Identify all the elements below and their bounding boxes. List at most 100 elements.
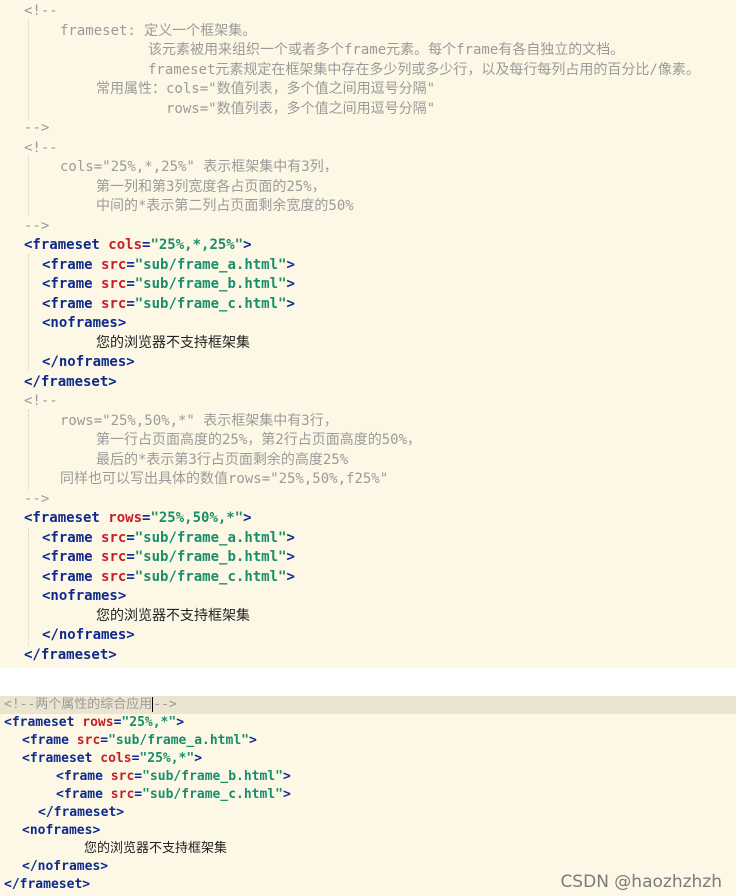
code-token: src xyxy=(76,733,101,748)
code-line: 第一列和第3列宽度各占页面的25%， xyxy=(96,178,326,198)
code-line: </noframes> xyxy=(42,626,135,646)
code-token: "sub/frame_b.html" xyxy=(134,549,287,565)
code-line: frameset元素规定在框架集中存在多少列或多少行，以及每行每列占用的百分比/… xyxy=(148,61,700,81)
code-token: --> xyxy=(24,490,50,507)
code-token: rows="25%,50%,*" 表示框架集中有3行， xyxy=(60,412,338,429)
code-token: --> xyxy=(24,120,50,136)
code-line: <frame src="sub/frame_b.html"> xyxy=(42,548,295,568)
code-token: > xyxy=(243,237,252,253)
code-line: --> xyxy=(24,490,49,510)
code-line: cols="25%,*,25%" 表示框架集中有3列， xyxy=(60,158,338,178)
code-token: src xyxy=(101,256,127,273)
code-line: <!-- xyxy=(24,392,58,412)
code-token: "25%,*" xyxy=(121,715,177,730)
code-token: "sub/frame_c.html" xyxy=(134,295,287,312)
code-token: <frame xyxy=(56,769,111,784)
code-line: </frameset> xyxy=(38,804,124,822)
code-token: <noframes> xyxy=(22,823,101,838)
code-line: <frame src="sub/frame_a.html"> xyxy=(22,732,257,750)
code-line: frameset: 定义一个框架集。 xyxy=(60,22,256,42)
code-line: rows="数值列表，多个值之间用逗号分隔" xyxy=(166,100,435,120)
code-token: <frame xyxy=(22,733,77,748)
code-token: src xyxy=(101,529,127,546)
code-token: src xyxy=(101,549,127,565)
code-line: </frameset> xyxy=(24,646,117,666)
code-panel-top[interactable]: <!-- frameset: 定义一个框架集。 该元素被用来组织一个或者多个fram… xyxy=(0,0,736,668)
code-token: src xyxy=(110,769,135,784)
code-token: = xyxy=(100,733,109,748)
code-token: > xyxy=(286,256,295,273)
code-token: 您的浏览器不支持框架集 xyxy=(96,334,250,351)
code-token: 中间的*表示第二列占页面剩余宽度的50% xyxy=(96,198,354,214)
code-token: <frameset xyxy=(24,237,109,253)
code-token: src xyxy=(110,787,135,802)
code-token: = xyxy=(126,256,135,273)
code-token: src xyxy=(101,276,127,292)
code-line: <frame src="sub/frame_c.html"> xyxy=(42,295,295,315)
indent-guide xyxy=(28,410,29,490)
code-line: <noframes> xyxy=(42,314,126,334)
code-line: <!-- xyxy=(24,2,58,22)
code-line: 中间的*表示第二列占页面剩余宽度的50% xyxy=(96,197,354,217)
code-token: "sub/frame_b.html" xyxy=(142,769,283,784)
code-token: > xyxy=(243,510,252,526)
code-token: "sub/frame_a.html" xyxy=(134,256,287,273)
code-token: <noframes> xyxy=(42,588,127,604)
code-token: <!-- xyxy=(24,3,58,19)
code-token: > xyxy=(286,568,295,585)
code-token: > xyxy=(286,549,295,565)
code-line: 同样也可以写出具体的数值rows="25%,50%,f25%" xyxy=(60,470,388,490)
code-token: 您的浏览器不支持框架集 xyxy=(84,841,228,856)
indent-guide xyxy=(28,254,29,372)
code-line: 该元素被用来组织一个或者多个frame元素。每个frame有各自独立的文档。 xyxy=(148,41,624,61)
code-token: "sub/frame_c.html" xyxy=(134,568,287,585)
code-line: 您的浏览器不支持框架集 xyxy=(96,334,250,354)
code-line: <!--两个属性的综合应用--> xyxy=(4,696,177,714)
code-line: 您的浏览器不支持框架集 xyxy=(84,840,227,858)
code-token: <!-- xyxy=(24,139,58,156)
code-token: <!-- xyxy=(24,393,58,409)
code-token: "25%,*,25%" xyxy=(150,237,244,253)
code-line: 最后的*表示第3行占页面剩余的高度25% xyxy=(96,451,348,471)
code-line: <frameset cols="25%,*"> xyxy=(22,750,202,768)
code-token: <frameset xyxy=(22,751,101,766)
code-token: </noframes> xyxy=(42,354,135,370)
code-token: --> xyxy=(24,217,50,234)
panel-divider xyxy=(0,668,736,696)
code-token: </noframes> xyxy=(42,627,135,643)
code-token: rows="数值列表，多个值之间用逗号分隔" xyxy=(166,100,436,117)
code-token: = xyxy=(126,568,135,585)
code-line: <frame src="sub/frame_c.html"> xyxy=(42,568,295,588)
code-line: </noframes> xyxy=(22,858,108,876)
code-token: cols xyxy=(108,237,143,253)
code-token: <frame xyxy=(56,787,111,802)
code-token: = xyxy=(126,276,135,292)
code-token: > xyxy=(286,295,295,312)
code-line: <frameset cols="25%,*,25%"> xyxy=(24,236,252,256)
code-token: --> xyxy=(153,697,177,712)
code-token: <frame xyxy=(42,295,102,312)
code-line: 第一行占页面高度的25%，第2行占页面高度的50%， xyxy=(96,431,421,451)
code-token: rows xyxy=(108,510,143,526)
code-token: src xyxy=(101,568,127,585)
code-token: </frameset> xyxy=(4,877,91,892)
code-line: 常用属性：cols="数值列表，多个值之间用逗号分隔" xyxy=(96,80,435,100)
code-token: 该元素被用来组织一个或者多个frame元素。每个frame有各自独立的文档。 xyxy=(148,42,625,58)
code-token: </frameset> xyxy=(24,373,117,390)
code-token: src xyxy=(101,295,127,312)
indent-guide xyxy=(28,528,29,646)
code-line: rows="25%,50%,*" 表示框架集中有3行， xyxy=(60,412,338,432)
code-line: <frameset rows="25%,*"> xyxy=(4,714,184,732)
code-token: 第一列和第3列宽度各占页面的25%， xyxy=(96,178,326,195)
code-line: <frame src="sub/frame_a.html"> xyxy=(42,529,295,549)
code-line: <noframes> xyxy=(42,587,126,607)
code-token: </frameset> xyxy=(38,805,125,820)
code-token: > xyxy=(286,529,295,546)
code-token: > xyxy=(176,715,185,730)
code-token: "sub/frame_a.html" xyxy=(108,733,249,748)
code-token: > xyxy=(286,276,295,292)
code-panel-bottom[interactable]: <!--两个属性的综合应用--> <frameset rows="25%,*"> <… xyxy=(0,696,736,896)
code-token: > xyxy=(249,733,257,748)
code-token: = xyxy=(134,787,143,802)
code-token: cols xyxy=(100,751,132,766)
